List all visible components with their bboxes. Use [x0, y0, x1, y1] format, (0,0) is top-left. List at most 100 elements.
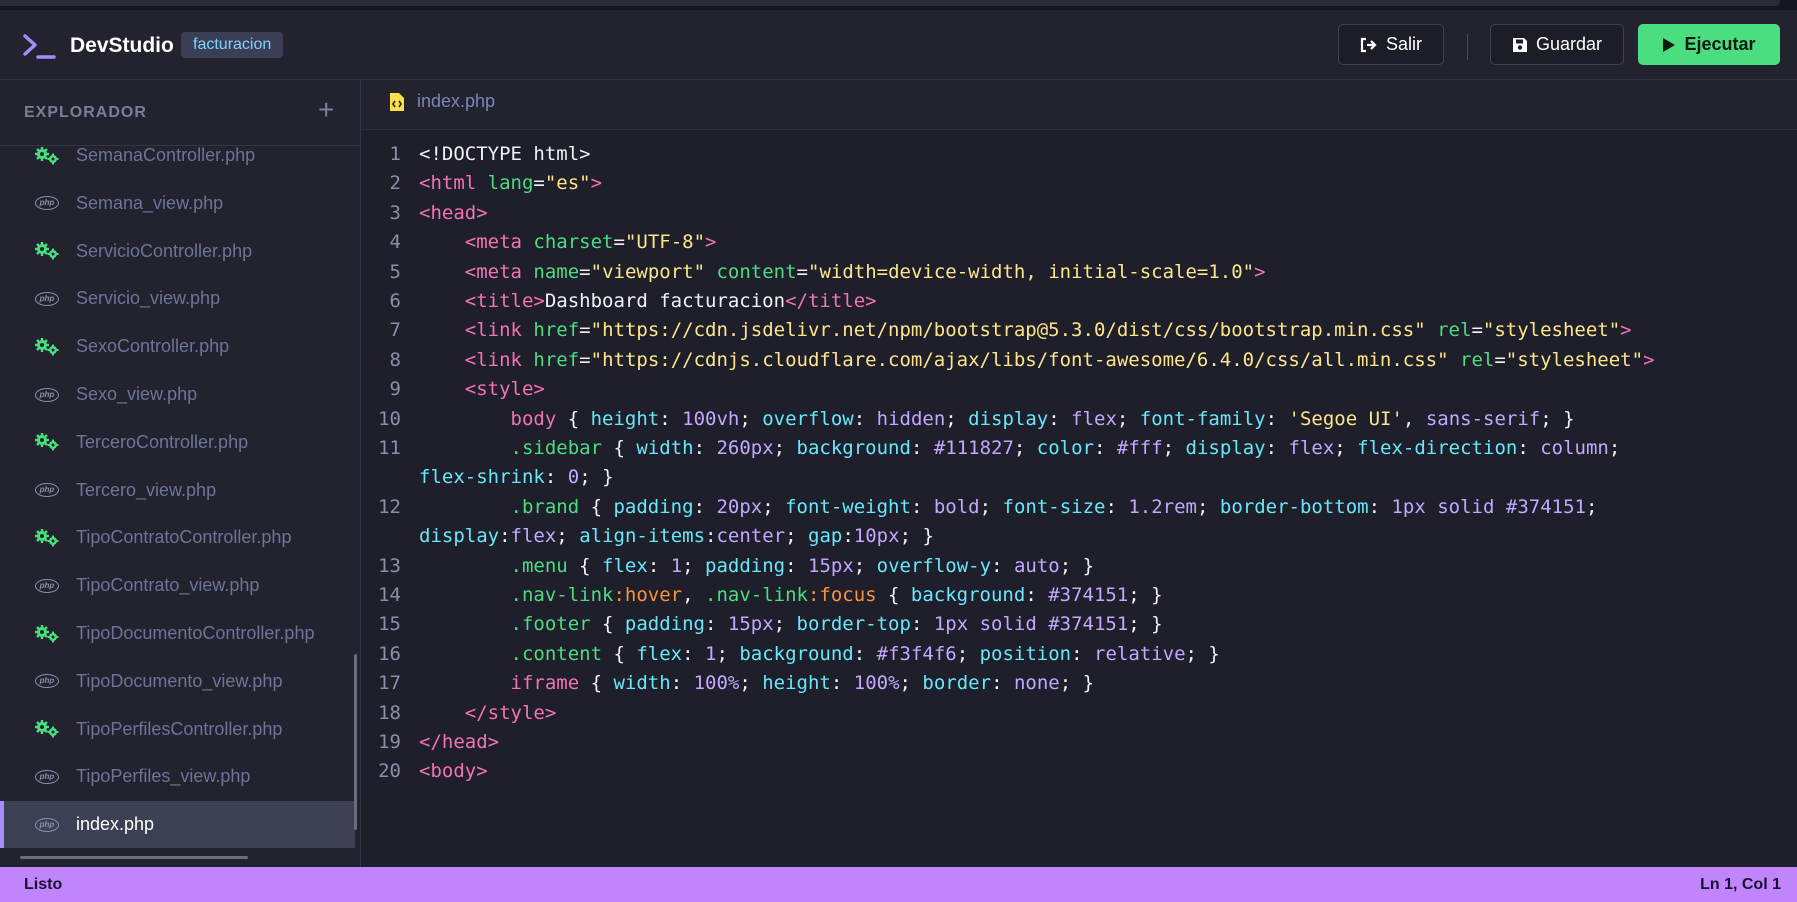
file-name: Sexo_view.php	[76, 384, 198, 404]
file-item[interactable]: php TipoPerfiles_view.php	[0, 753, 355, 800]
line-number: 9	[389, 378, 401, 401]
code-token: :	[1048, 407, 1072, 430]
code-token: 10px	[853, 525, 900, 548]
code-token: {	[602, 437, 637, 459]
code-token: flex-shrink	[419, 466, 545, 489]
file-item[interactable]: TerceroController.php	[0, 419, 355, 466]
code-token: "https://cdn.jsdelivr.net/npm/bootstrap@…	[590, 319, 1438, 342]
file-item[interactable]: php TipoContrato_view.php	[0, 562, 355, 609]
explorer-horizontal-scrollbar[interactable]	[20, 856, 248, 859]
code-token: border-bottom	[1219, 495, 1369, 518]
code-token: ;	[956, 642, 980, 665]
line-number: 4	[389, 231, 401, 254]
code-token: <!DOCTYPE html>	[419, 143, 591, 165]
code-token: "https://cdnjs.cloudflare.com/ajax/libs/…	[590, 348, 1460, 371]
file-item[interactable]: SexoController.php	[0, 323, 355, 370]
file-item[interactable]: php Tercero_view.php	[0, 467, 355, 514]
file-item[interactable]: php index.php	[0, 801, 355, 849]
line-source: flex-shrink: 0; }	[419, 461, 614, 494]
add-file-button[interactable]: +	[318, 96, 334, 124]
code-line: 4 <meta charset="UTF-8">	[361, 226, 1797, 259]
logout-button[interactable]: Salir	[1338, 24, 1444, 65]
line-number: 1	[389, 143, 401, 165]
line-number: 11	[378, 437, 401, 459]
code-token: ;	[1196, 495, 1220, 518]
gears-icon	[34, 337, 60, 357]
file-item[interactable]: php Semana_view.php	[0, 180, 355, 227]
line-number: 18	[378, 701, 401, 724]
code-line: 3 <head>	[361, 197, 1797, 230]
file-item[interactable]: php TipoDocumento_view.php	[0, 658, 355, 705]
code-token: =	[579, 348, 591, 371]
code-token: <html	[419, 172, 488, 195]
explorer-vertical-scrollbar[interactable]	[354, 654, 357, 830]
file-item[interactable]: ServicioController.php	[0, 228, 355, 275]
code-token: </head>	[419, 731, 500, 753]
code-token: =	[533, 172, 545, 195]
php-file-icon: php	[34, 289, 60, 309]
code-token: </title>	[785, 290, 877, 312]
gears-icon	[34, 432, 60, 452]
file-item[interactable]: TipoContratoController.php	[0, 514, 355, 561]
code-token: ; }	[579, 466, 614, 489]
code-token: :	[1368, 495, 1392, 518]
code-token: 1.2rem	[1128, 495, 1197, 518]
file-item[interactable]: SemanaController.php	[0, 146, 355, 179]
save-button[interactable]: Guardar	[1490, 24, 1624, 65]
code-token: .content	[510, 642, 603, 665]
code-token: {	[567, 554, 603, 577]
code-token: background	[796, 437, 911, 459]
code-token: #fff	[1116, 437, 1163, 459]
code-token: :	[853, 642, 877, 665]
code-token: height	[762, 672, 831, 695]
code-token: background	[910, 584, 1026, 606]
code-token: :	[693, 495, 717, 518]
code-line: 12 .brand { padding: 20px; font-weight: …	[361, 491, 1797, 524]
code-line: 15 .footer { padding: 15px; border-top: …	[361, 608, 1797, 641]
terminal-logo-icon	[23, 34, 56, 59]
run-button[interactable]: Ejecutar	[1638, 24, 1780, 65]
code-line: 11 .sidebar { width: 260px; background: …	[361, 432, 1797, 465]
file-item[interactable]: php Servicio_view.php	[0, 275, 355, 322]
editor-tab-bar: index.php	[361, 80, 1797, 130]
code-token: ; }	[1128, 613, 1163, 636]
code-token: lang	[487, 172, 534, 195]
code-token: 1	[705, 642, 717, 665]
code-token: {	[579, 495, 614, 518]
file-item[interactable]: TipoPerfilesController.php	[0, 706, 355, 753]
tab-index-php[interactable]: index.php	[389, 91, 495, 112]
code-token: ;	[1116, 407, 1140, 430]
file-name: TipoContrato_view.php	[76, 575, 260, 596]
code-line: 5 <meta name="viewport" content="width=d…	[361, 256, 1797, 289]
code-token: :	[991, 554, 1014, 577]
code-token: "viewport"	[590, 260, 717, 283]
code-token: sans-serif	[1425, 407, 1541, 430]
php-file-icon: php	[34, 576, 60, 596]
code-token: <link	[464, 348, 534, 371]
line-source: <body>	[419, 755, 488, 788]
code-token: =	[796, 260, 808, 283]
code-token: font-size	[1002, 495, 1106, 518]
line-source: </style>	[419, 697, 557, 730]
code-token: :	[1517, 437, 1541, 459]
code-token: rel	[1437, 319, 1472, 342]
code-token: :	[785, 554, 809, 577]
line-source: <title>Dashboard facturacion</title>	[419, 285, 877, 318]
file-item[interactable]: TipoDocumentoController.php	[0, 610, 355, 657]
code-token: <head>	[419, 201, 488, 224]
file-item[interactable]: php Sexo_view.php	[0, 371, 355, 418]
logout-label: Salir	[1385, 34, 1422, 54]
file-list: SemanaController.php php Semana_view.php Se…	[0, 146, 360, 866]
code-token: >	[1643, 348, 1655, 371]
file-name: Tercero_view.php	[76, 479, 217, 500]
code-token: :	[499, 525, 511, 548]
code-token: ; }	[899, 525, 934, 548]
code-token: :	[1071, 642, 1095, 665]
cursor-position: Ln 1, Col 1	[1700, 876, 1781, 893]
